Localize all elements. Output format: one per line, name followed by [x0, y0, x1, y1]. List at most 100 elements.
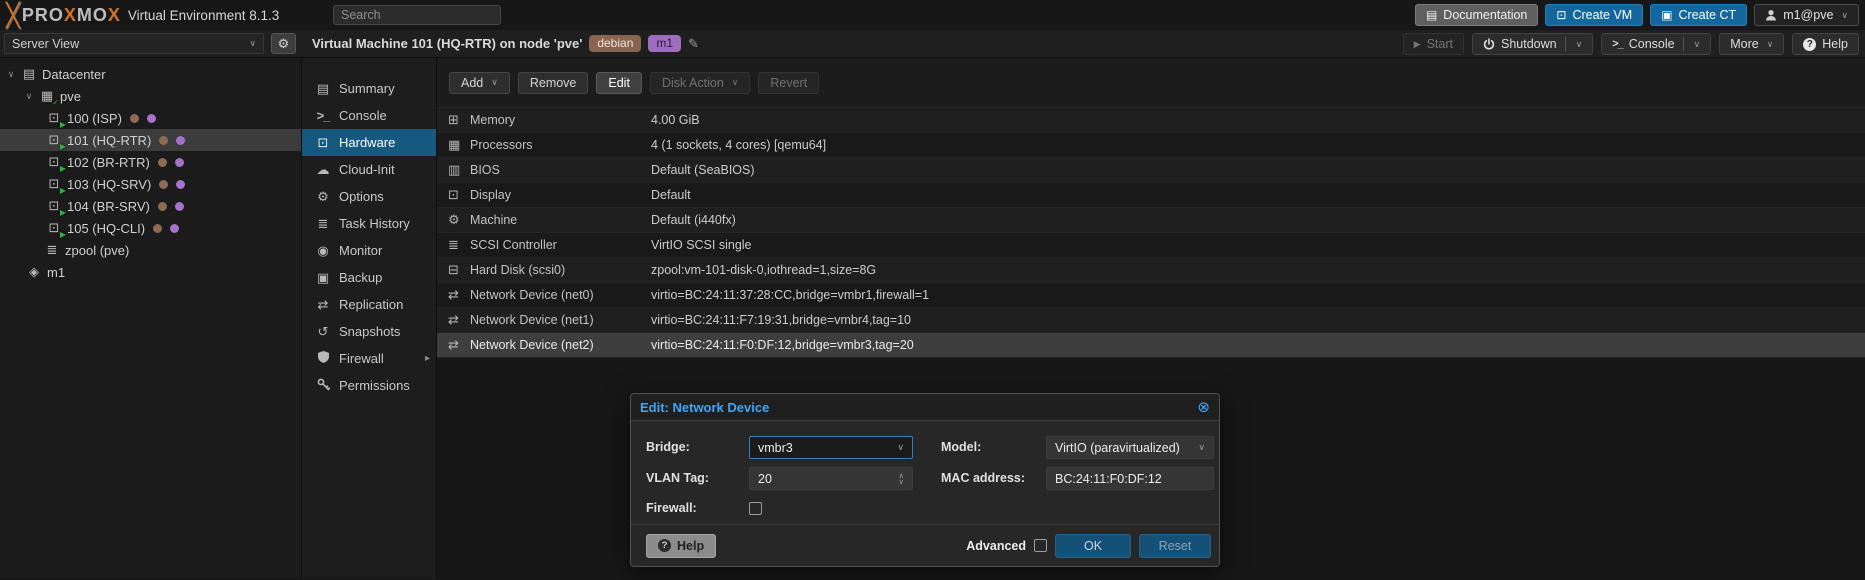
ok-button[interactable]: OK: [1055, 534, 1131, 558]
menu-item-snapshots[interactable]: ↺Snapshots: [302, 318, 436, 345]
documentation-button[interactable]: ▤Documentation: [1415, 4, 1538, 26]
advanced-checkbox[interactable]: [1034, 539, 1047, 552]
hw-row-scsi-controller[interactable]: ≣SCSI ControllerVirtIO SCSI single: [437, 233, 1865, 258]
tree-item-vm-100[interactable]: ⊡▶100 (ISP): [0, 107, 301, 129]
model-combobox[interactable]: VirtIO (paravirtualized)∨: [1046, 436, 1214, 459]
shutdown-button[interactable]: Shutdown∨: [1472, 33, 1593, 55]
console-button[interactable]: >_Console∨: [1601, 33, 1711, 55]
tree-item-vm-105[interactable]: ⊡▶105 (HQ-CLI): [0, 217, 301, 239]
menu-item-label: Permissions: [339, 378, 410, 393]
tree-item-vm-101[interactable]: ⊡▶101 (HQ-RTR): [0, 129, 301, 151]
bridge-combobox[interactable]: ∨: [749, 436, 913, 459]
dialog-titlebar[interactable]: Edit: Network Device ⊗: [631, 394, 1219, 421]
edit-network-device-dialog: Edit: Network Device ⊗ Bridge: ∨ Model: …: [630, 393, 1220, 567]
menu-item-backup[interactable]: ▣Backup: [302, 264, 436, 291]
tree-item-storage-zpool[interactable]: ≣zpool (pve): [0, 239, 301, 261]
menu-item-replication[interactable]: ⇄Replication: [302, 291, 436, 318]
tree-item-node-pve[interactable]: ∨▦✓pve: [0, 85, 301, 107]
chevron-down-icon[interactable]: ∨: [1576, 39, 1583, 50]
menu-item-permissions[interactable]: Permissions: [302, 372, 436, 399]
user-menu-button[interactable]: m1@pve∨: [1754, 4, 1859, 26]
hw-row-display[interactable]: ⊡DisplayDefault: [437, 183, 1865, 208]
book-icon: ▤: [315, 81, 331, 97]
tree-item-vm-102[interactable]: ⊡▶102 (BR-RTR): [0, 151, 301, 173]
terminal-icon: >_: [1612, 38, 1623, 50]
more-button[interactable]: More∨: [1719, 33, 1784, 55]
power-icon: [1483, 38, 1495, 50]
hw-row-bios[interactable]: ▥BIOSDefault (SeaBIOS): [437, 158, 1865, 183]
hw-row-memory[interactable]: ⊞Memory4.00 GiB: [437, 108, 1865, 133]
hw-row-value: virtio=BC:24:11:F0:DF:12,bridge=vmbr3,ta…: [651, 338, 914, 352]
menu-item-hardware[interactable]: ⊡Hardware: [302, 129, 436, 156]
hw-row-processors[interactable]: ▦Processors4 (1 sockets, 4 cores) [qemu6…: [437, 133, 1865, 158]
firewall-checkbox[interactable]: [749, 502, 762, 515]
hw-row-net1[interactable]: ⇄Network Device (net1)virtio=BC:24:11:F7…: [437, 308, 1865, 333]
tree-item-vm-103[interactable]: ⊡▶103 (HQ-SRV): [0, 173, 301, 195]
create-vm-button[interactable]: ⊡Create VM: [1545, 4, 1643, 26]
edit-button[interactable]: Edit: [596, 72, 642, 94]
reset-button[interactable]: Reset: [1139, 534, 1211, 558]
revert-button[interactable]: Revert: [758, 72, 819, 94]
gear-icon: ⚙: [278, 36, 290, 52]
bridge-input[interactable]: [758, 441, 895, 455]
menu-item-monitor[interactable]: ◉Monitor: [302, 237, 436, 264]
hw-row-value: Default (i440fx): [651, 213, 736, 227]
tree-item-tag-m1[interactable]: ◈m1: [0, 261, 301, 283]
topbar-actions: ▤Documentation ⊡Create VM ▣Create CT m1@…: [1415, 4, 1859, 26]
hw-row-net2[interactable]: ⇄Network Device (net2)virtio=BC:24:11:F0…: [437, 333, 1865, 358]
running-icon: ▶: [60, 120, 66, 129]
vm-icon: ⊡▶: [46, 176, 62, 192]
advanced-label: Advanced: [966, 539, 1026, 553]
edit-tags-icon[interactable]: ✎: [688, 36, 699, 52]
menu-item-cloud-init[interactable]: ☁Cloud-Init: [302, 156, 436, 183]
menu-item-label: Cloud-Init: [339, 162, 395, 177]
tag-pill-debian[interactable]: debian: [589, 35, 641, 52]
remove-button[interactable]: Remove: [518, 72, 589, 94]
start-button[interactable]: ▶Start: [1403, 33, 1464, 55]
mac-address-field[interactable]: [1046, 467, 1214, 490]
hw-row-value: virtio=BC:24:11:F7:19:31,bridge=vmbr4,ta…: [651, 313, 911, 327]
resource-tree: ∨▤Datacenter ∨▦✓pve ⊡▶100 (ISP) ⊡▶101 (H…: [0, 58, 302, 579]
tree-item-datacenter[interactable]: ∨▤Datacenter: [0, 63, 301, 85]
sync-arrows-icon: ⇄: [315, 297, 331, 313]
hw-row-value: virtio=BC:24:11:37:28:CC,bridge=vmbr1,fi…: [651, 288, 929, 302]
view-selector[interactable]: Server View∨: [4, 33, 264, 54]
question-icon: ?: [1803, 38, 1816, 51]
tree-item-label: 101 (HQ-RTR): [67, 133, 151, 148]
vlan-tag-input[interactable]: [758, 472, 899, 486]
hw-row-net0[interactable]: ⇄Network Device (net0)virtio=BC:24:11:37…: [437, 283, 1865, 308]
expand-chevron-icon[interactable]: ∨: [6, 69, 16, 80]
start-label: Start: [1427, 37, 1453, 51]
dialog-help-button[interactable]: ?Help: [646, 534, 716, 558]
disk-action-button[interactable]: Disk Action∨: [650, 72, 750, 94]
chevron-down-icon[interactable]: ∨: [1694, 39, 1701, 50]
search-input[interactable]: [333, 5, 501, 25]
mac-address-input[interactable]: [1055, 472, 1205, 486]
menu-item-firewall[interactable]: Firewall▸: [302, 345, 436, 372]
running-icon: ▶: [60, 186, 66, 195]
hw-row-hard-disk[interactable]: ⊟Hard Disk (scsi0)zpool:vm-101-disk-0,io…: [437, 258, 1865, 283]
online-check-icon: ✓: [52, 98, 59, 107]
help-button[interactable]: ? Help: [1792, 33, 1859, 55]
tag-pill-m1[interactable]: m1: [648, 35, 681, 52]
menu-item-summary[interactable]: ▤Summary: [302, 75, 436, 102]
hw-row-value: Default: [651, 188, 691, 202]
view-settings-button[interactable]: ⚙: [271, 33, 296, 54]
add-button[interactable]: Add∨: [449, 72, 510, 94]
create-ct-button[interactable]: ▣Create CT: [1650, 4, 1747, 26]
tree-item-label: m1: [47, 265, 65, 280]
menu-item-task-history[interactable]: ≣Task History: [302, 210, 436, 237]
expand-chevron-icon[interactable]: ∨: [24, 91, 34, 102]
menu-item-console[interactable]: >_Console: [302, 102, 436, 129]
tag-dot-m1: [175, 202, 184, 211]
close-icon[interactable]: ⊗: [1197, 400, 1210, 415]
spinner-arrows-icon[interactable]: ∧∨: [899, 473, 905, 484]
menu-item-options[interactable]: ⚙Options: [302, 183, 436, 210]
tree-item-vm-104[interactable]: ⊡▶104 (BR-SRV): [0, 195, 301, 217]
vlan-tag-spinner[interactable]: ∧∨: [749, 467, 913, 490]
chevron-down-icon[interactable]: ∨: [897, 442, 904, 453]
help-label: Help: [1822, 37, 1848, 51]
tree-item-label: 105 (HQ-CLI): [67, 221, 145, 236]
chevron-down-icon[interactable]: ∨: [1198, 442, 1205, 453]
hw-row-machine[interactable]: ⚙MachineDefault (i440fx): [437, 208, 1865, 233]
